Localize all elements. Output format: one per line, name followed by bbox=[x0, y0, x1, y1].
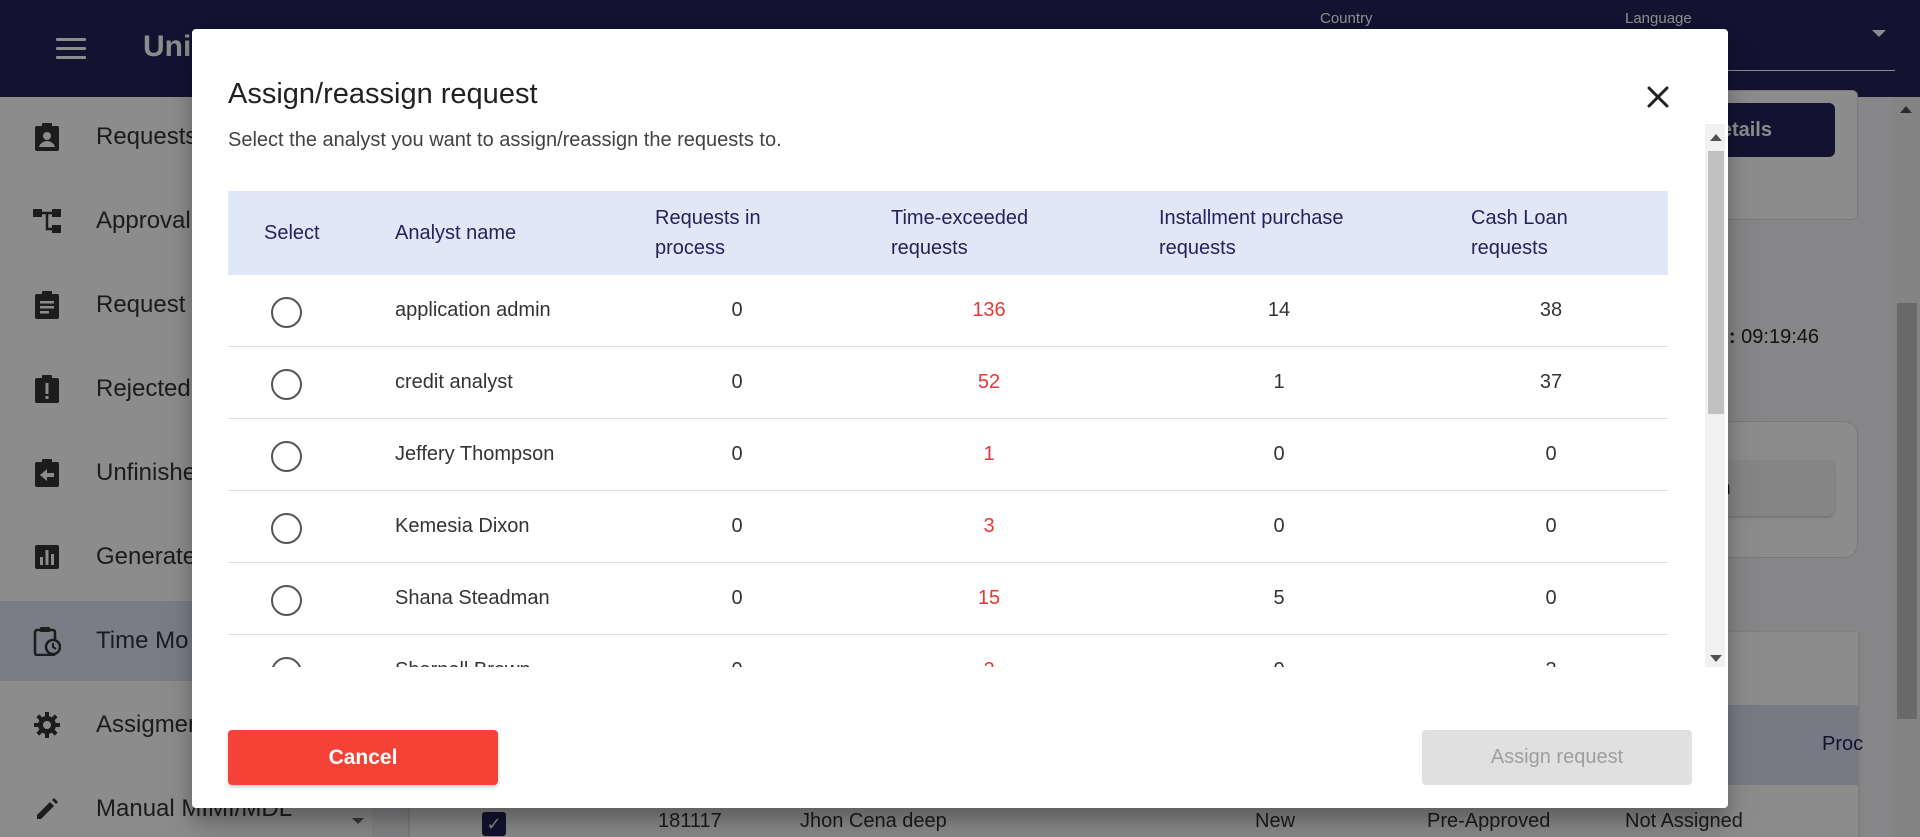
select-radio[interactable] bbox=[271, 297, 302, 328]
time-exceeded-requests: 15 bbox=[977, 587, 1001, 609]
cash-loan-requests: 37 bbox=[1539, 371, 1563, 393]
requests-in-process: 0 bbox=[731, 659, 742, 667]
table-row[interactable]: application admin 0 136 14 38 bbox=[228, 275, 1668, 347]
time-exceeded-requests: 52 bbox=[977, 371, 1001, 393]
select-radio[interactable] bbox=[271, 585, 302, 616]
installment-requests: 0 bbox=[1273, 659, 1284, 667]
select-radio[interactable] bbox=[271, 513, 302, 544]
dialog-title: Assign/reassign request bbox=[228, 78, 538, 110]
column-header-analyst: Analyst name bbox=[395, 222, 517, 244]
column-header-select: Select bbox=[264, 222, 320, 244]
select-radio[interactable] bbox=[271, 441, 302, 472]
table-row[interactable]: Sharnell Brown 0 2 0 3 bbox=[228, 635, 1668, 667]
requests-in-process: 0 bbox=[731, 299, 743, 321]
requests-in-process: 0 bbox=[731, 371, 743, 393]
time-exceeded-requests: 1 bbox=[983, 443, 995, 465]
requests-in-process: 0 bbox=[731, 443, 743, 465]
assign-request-button[interactable]: Assign request bbox=[1422, 730, 1692, 785]
analyst-name: Kemesia Dixon bbox=[395, 515, 530, 537]
cash-loan-requests: 38 bbox=[1539, 299, 1563, 321]
cash-loan-requests: 0 bbox=[1545, 515, 1557, 537]
dialog-subtitle: Select the analyst you want to assign/re… bbox=[228, 129, 782, 151]
table-row[interactable]: Jeffery Thompson 0 1 0 0 bbox=[228, 419, 1668, 491]
installment-requests: 0 bbox=[1273, 443, 1285, 465]
time-exceeded-requests: 2 bbox=[983, 659, 994, 667]
installment-requests: 14 bbox=[1267, 299, 1291, 321]
requests-in-process: 0 bbox=[731, 515, 743, 537]
scroll-up-icon[interactable] bbox=[1710, 134, 1722, 141]
table-row[interactable]: credit analyst 0 52 1 37 bbox=[228, 347, 1668, 419]
cash-loan-requests: 3 bbox=[1545, 659, 1556, 667]
analyst-name: Shana Steadman bbox=[395, 587, 550, 609]
assign-request-dialog: Assign/reassign request Select the analy… bbox=[192, 29, 1728, 808]
scroll-down-icon[interactable] bbox=[1710, 655, 1722, 662]
analyst-name: Jeffery Thompson bbox=[395, 443, 555, 465]
column-header-time-exceeded: Time-exceeded requests bbox=[891, 207, 1029, 259]
cancel-button[interactable]: Cancel bbox=[228, 730, 498, 785]
analyst-name: Sharnell Brown bbox=[395, 659, 531, 667]
table-row[interactable]: Kemesia Dixon 0 3 0 0 bbox=[228, 491, 1668, 563]
table-row[interactable]: Shana Steadman 0 15 5 0 bbox=[228, 563, 1668, 635]
analyst-name: application admin bbox=[395, 299, 551, 321]
analyst-table: Select Analyst name Requests in process T… bbox=[228, 191, 1668, 667]
column-header-in-process: Requests in process bbox=[655, 207, 761, 259]
cash-loan-requests: 0 bbox=[1545, 587, 1557, 609]
column-header-installment: Installment purchase requests bbox=[1159, 207, 1344, 259]
time-exceeded-requests: 3 bbox=[983, 515, 995, 537]
installment-requests: 0 bbox=[1273, 515, 1285, 537]
select-radio[interactable] bbox=[271, 657, 302, 667]
cash-loan-requests: 0 bbox=[1545, 443, 1557, 465]
installment-requests: 1 bbox=[1273, 371, 1285, 393]
installment-requests: 5 bbox=[1273, 587, 1285, 609]
analyst-table-header: Select Analyst name Requests in process T… bbox=[228, 191, 1668, 275]
select-radio[interactable] bbox=[271, 369, 302, 400]
column-header-cash-loan: Cash Loan requests bbox=[1471, 207, 1568, 259]
time-exceeded-requests: 136 bbox=[972, 299, 1006, 321]
dialog-scrollbar-thumb[interactable] bbox=[1708, 151, 1724, 414]
close-icon[interactable] bbox=[1643, 82, 1673, 112]
analyst-name: credit analyst bbox=[395, 371, 513, 393]
requests-in-process: 0 bbox=[731, 587, 743, 609]
